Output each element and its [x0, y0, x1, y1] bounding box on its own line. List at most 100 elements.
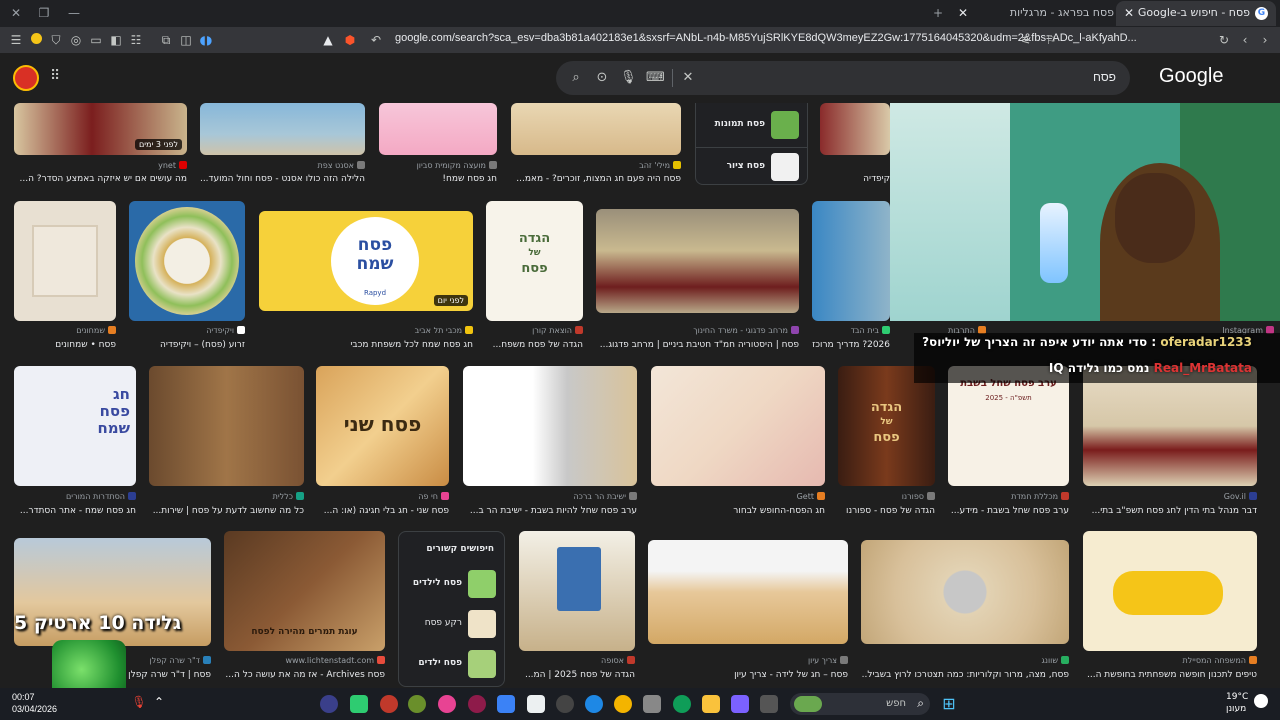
result-title[interactable]: חג פסח שמח! [379, 174, 497, 184]
result-title[interactable]: חג פסח שמח לכל משפחת מכבי [259, 340, 473, 350]
result-title[interactable]: זרוע (פסח) – ויקיפדיה [129, 340, 245, 350]
avatar[interactable] [13, 65, 39, 91]
result-title[interactable]: הגדה של פסח - ספורנו [838, 506, 935, 516]
shield-icon[interactable]: ⛉ [48, 32, 64, 48]
related-item[interactable]: רקע פסח [399, 606, 504, 642]
edge-icon[interactable] [673, 695, 691, 713]
result-title[interactable]: כל מה שחשוב לדעת על פסח | שירות... [149, 506, 304, 516]
result-title[interactable]: ערב פסח שחל בשבת - מידע... [948, 506, 1069, 516]
chatgpt-icon[interactable] [556, 695, 574, 713]
result-image[interactable] [149, 366, 304, 486]
back-icon[interactable]: ‹ [1237, 32, 1253, 48]
close-window-icon[interactable]: ✕ [6, 4, 26, 22]
tab-close-icon[interactable]: ✕ [1124, 1, 1134, 25]
result-image[interactable]: פסח שני [316, 366, 449, 486]
wifi-icon[interactable]: ◖◗ [198, 32, 214, 48]
tabs-icon[interactable]: ☷ [128, 32, 144, 48]
bulb-icon[interactable]: ◎ [68, 32, 84, 48]
result-title[interactable]: פסח שני - חג בלי חגיגה (או: ה... [316, 506, 449, 516]
result-image[interactable]: הגדה של פסח [838, 366, 935, 486]
chrome-icon[interactable] [614, 695, 632, 713]
folder-icon[interactable] [702, 695, 720, 713]
app-icon[interactable] [497, 695, 515, 713]
new-tab-button[interactable]: + [928, 4, 948, 22]
result-image[interactable] [596, 209, 799, 313]
result-image[interactable] [651, 366, 825, 486]
result-image[interactable]: לפני 3 ימים [14, 103, 187, 155]
chevron-up-icon[interactable]: ⌃ [150, 695, 168, 713]
copilot-icon[interactable] [731, 695, 749, 713]
tab-active[interactable]: G פסח - חיפוש ב-Google ✕ [1116, 1, 1276, 26]
result-image[interactable] [463, 366, 637, 486]
address-bar[interactable]: ▲ ⬢ ↶ google.com/search?sca_esv=dba3b81a… [323, 29, 1137, 51]
result-image[interactable] [129, 201, 245, 321]
result-image[interactable]: הגדה של פסח [486, 201, 583, 321]
result-image[interactable] [1083, 531, 1257, 651]
app-icon[interactable] [408, 695, 426, 713]
result-title[interactable]: הגדה של פסח משפח... [486, 340, 583, 350]
result-title[interactable]: פסח • שמחונים [14, 340, 116, 350]
related-item[interactable]: פסח ילדים [399, 646, 504, 682]
result-image[interactable] [519, 531, 635, 651]
lens-icon[interactable]: ⊙ [594, 70, 610, 86]
result-image[interactable] [14, 201, 116, 321]
result-image[interactable]: ערב פסח שחל בשבת תשפ"ה - 2025 [948, 366, 1069, 486]
result-title[interactable]: פסח | היסטוריה חמ"ד חטיבת ביניים | מרחב … [596, 340, 799, 350]
brave-shield-icon[interactable]: ⬢ [342, 32, 358, 48]
result-image[interactable] [1083, 366, 1257, 486]
result-title[interactable]: טיפים לתכנון חופשה משפחתית בחופשת ה... [1083, 670, 1257, 680]
app-icon[interactable] [468, 695, 486, 713]
minimize-window-icon[interactable]: — [64, 4, 84, 22]
app-icon[interactable] [527, 695, 545, 713]
result-title[interactable]: הגדה של פסח 2025 | המ... [519, 670, 635, 680]
result-title[interactable]: פסח, מצה, מרור וקלוריות: כמה תצטרכו לרוץ… [861, 670, 1069, 680]
weather-icon[interactable] [28, 32, 44, 48]
menu-icon[interactable]: ☰ [8, 32, 24, 48]
result-image[interactable] [648, 540, 848, 644]
windows-start-icon[interactable]: ⊞ [940, 695, 958, 713]
result-image[interactable]: פסח שמח Rapyd לפני יום [259, 211, 473, 311]
result-title[interactable]: קיפדיה [820, 174, 890, 184]
warning-icon[interactable]: ▲ [320, 32, 336, 48]
result-title[interactable]: מה עושים אם יש איזקה באמצע הסדר? ה... [14, 174, 187, 184]
result-title[interactable]: פסח Archives - אז מה את עושה כל ה... [224, 670, 385, 680]
sidebar-icon[interactable]: ◧ [108, 32, 124, 48]
result-title[interactable]: הלילה הזה כולו אסנט - פסח וחול המועד... [200, 174, 365, 184]
tab-inactive[interactable]: פסח בפראג - מרגליות ✕ [950, 1, 1140, 26]
reload-icon[interactable]: ↻ [1216, 32, 1232, 48]
result-title[interactable]: ערב פסח שחל להיות בשבת - ישיבת הר ב... [463, 506, 637, 516]
app-icon[interactable] [585, 695, 603, 713]
tab-close-icon[interactable]: ✕ [958, 1, 968, 25]
store-icon[interactable] [643, 695, 661, 713]
result-title[interactable]: 2026? מדריך מרוכז, כולל... [812, 340, 890, 350]
result-title[interactable]: פסח היה פעם חג המצות, זוכרים? - מאמ... [511, 174, 681, 184]
app-icon[interactable] [438, 695, 456, 713]
weather-widget[interactable]: 19°C מעונן [1226, 691, 1248, 715]
result-image[interactable]: חג פסח שמח [14, 366, 136, 486]
apps-grid-icon[interactable]: ⠿ [50, 69, 64, 83]
result-image[interactable] [511, 103, 681, 155]
microphone-icon[interactable]: 🎙 [620, 70, 637, 86]
result-title[interactable]: חג פסח שמח - אתר הסתדר... [14, 506, 136, 516]
app-icon[interactable] [380, 695, 398, 713]
result-image[interactable]: עוגת תמרים מהירה לפסח [224, 531, 385, 651]
result-image[interactable] [820, 103, 890, 155]
reload-page-icon[interactable]: ↶ [368, 32, 384, 48]
bookmark-icon[interactable]: ⚐ [1043, 32, 1059, 48]
result-image[interactable] [200, 103, 365, 155]
app-icon[interactable] [350, 695, 368, 713]
camera-icon[interactable]: ◫ [178, 32, 194, 48]
restore-window-icon[interactable]: ❐ [34, 4, 54, 22]
keyboard-icon[interactable]: ⌨ [646, 70, 665, 86]
search-box[interactable]: ⌕ ⊙ 🎙 ⌨ ✕ פסח [556, 61, 1130, 95]
settings-sliders-icon[interactable]: ⚟ [1018, 32, 1034, 48]
search-input[interactable]: פסח [1093, 70, 1116, 84]
result-title[interactable]: פסח – חג של לידה - צריך עיון [648, 670, 848, 680]
forward-icon[interactable]: › [1257, 32, 1273, 48]
result-image[interactable] [812, 201, 890, 321]
related-item[interactable]: פסח לילדים [399, 566, 504, 602]
wallet-icon[interactable]: ▭ [88, 32, 104, 48]
app-icon[interactable] [760, 695, 778, 713]
result-title[interactable]: דבר מנהל בתי הדין לחג פסח תשפ"ב בתי... [1083, 506, 1257, 516]
related-item[interactable]: פסח תמונות [696, 107, 807, 143]
